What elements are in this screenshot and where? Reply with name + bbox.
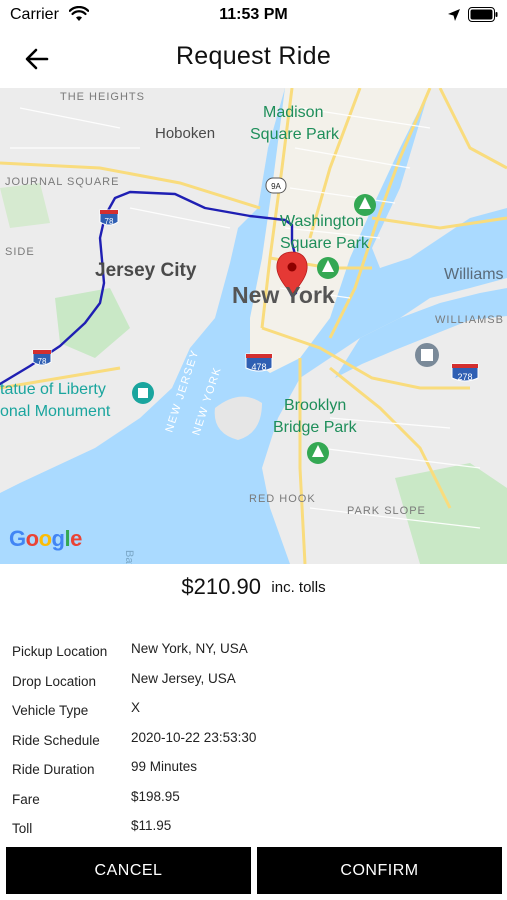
map-label: THE HEIGHTS xyxy=(60,91,145,103)
map-label: Square Park xyxy=(250,126,340,143)
map-label: Brooklyn xyxy=(284,397,346,414)
detail-label: Vehicle Type xyxy=(12,703,89,718)
svg-text:78: 78 xyxy=(38,357,47,366)
detail-value: $11.95 xyxy=(131,818,172,833)
map-label: Bay xyxy=(123,550,135,564)
map-label: New York xyxy=(232,282,335,308)
detail-value: New York, NY, USA xyxy=(131,641,248,656)
svg-text:478: 478 xyxy=(251,362,266,372)
detail-label: Drop Location xyxy=(12,673,97,689)
map-label: Madison xyxy=(263,104,323,121)
map-label: JOURNAL SQUARE xyxy=(5,176,119,188)
battery-icon xyxy=(468,7,498,22)
detail-row-duration: Ride Duration 99 Minutes xyxy=(12,756,492,786)
detail-value: 99 Minutes xyxy=(131,759,198,774)
map-label: PARK SLOPE xyxy=(347,505,426,517)
detail-row-toll: Toll $11.95 xyxy=(12,815,492,845)
map-label: Williams xyxy=(444,266,504,283)
confirm-button[interactable]: CONFIRM xyxy=(257,847,502,894)
detail-label: Ride Schedule xyxy=(12,732,100,748)
detail-label: Pickup Location xyxy=(12,644,108,659)
map-label: SIDE xyxy=(5,246,35,258)
map-label: Jersey City xyxy=(95,260,197,281)
detail-label: Fare xyxy=(12,791,40,807)
detail-row-fare: Fare $198.95 xyxy=(12,786,492,816)
app-header: Request Ride xyxy=(0,30,507,88)
detail-value: $198.95 xyxy=(131,788,180,804)
landmark-icon xyxy=(132,382,154,404)
ride-details: Pickup Location New York, NY, USA Drop L… xyxy=(12,638,492,845)
map-label: onal Monument xyxy=(0,403,111,420)
status-time: 11:53 PM xyxy=(219,6,288,23)
route-map[interactable]: 78 78 9A 478 278 THE HEIGHTS Hoboken Mad… xyxy=(0,88,507,564)
page-title: Request Ride xyxy=(175,42,332,70)
highway-shield-icon: 78 xyxy=(32,349,52,366)
detail-row-drop: Drop Location New Jersey, USA xyxy=(12,668,492,698)
detail-row-pickup: Pickup Location New York, NY, USA xyxy=(12,638,492,668)
map-canvas[interactable]: 78 78 9A 478 278 THE HEIGHTS Hoboken Mad… xyxy=(0,88,507,564)
detail-label: Toll xyxy=(12,821,33,836)
map-label: Square Park xyxy=(280,235,370,252)
highway-shield-icon: 9A xyxy=(265,177,287,194)
highway-shield-icon: 478 xyxy=(245,353,273,372)
map-label: tatue of Liberty xyxy=(0,381,106,398)
fare-summary: $210.90 inc. tolls xyxy=(0,574,507,600)
cancel-button[interactable]: CANCEL xyxy=(6,847,251,894)
landmark-icon xyxy=(415,343,439,367)
svg-text:9A: 9A xyxy=(271,182,281,191)
map-label: Washington xyxy=(280,213,364,230)
price-note: inc. tolls xyxy=(271,578,326,596)
detail-row-vehicle: Vehicle Type X xyxy=(12,697,492,727)
detail-label: Ride Duration xyxy=(12,762,95,777)
total-price: $210.90 xyxy=(181,574,261,599)
map-label: WILLIAMSB xyxy=(435,314,504,326)
map-label: Hoboken xyxy=(155,125,215,142)
location-arrow-icon xyxy=(448,9,460,21)
map-label: RED HOOK xyxy=(249,493,316,505)
park-icon xyxy=(307,442,329,464)
park-icon xyxy=(317,257,339,279)
detail-value: X xyxy=(131,700,141,715)
svg-text:278: 278 xyxy=(457,372,472,382)
status-bar: Carrier 11:53 PM xyxy=(0,0,507,30)
highway-shield-icon: 78 xyxy=(99,209,119,226)
map-label: Bridge Park xyxy=(273,419,358,436)
svg-text:78: 78 xyxy=(105,217,114,226)
detail-value: New Jersey, USA xyxy=(131,670,236,686)
detail-row-schedule: Ride Schedule 2020-10-22 23:53:30 xyxy=(12,727,492,757)
google-logo: Google xyxy=(9,526,82,551)
detail-value: 2020-10-22 23:53:30 xyxy=(131,729,257,745)
highway-shield-icon: 278 xyxy=(451,363,479,382)
